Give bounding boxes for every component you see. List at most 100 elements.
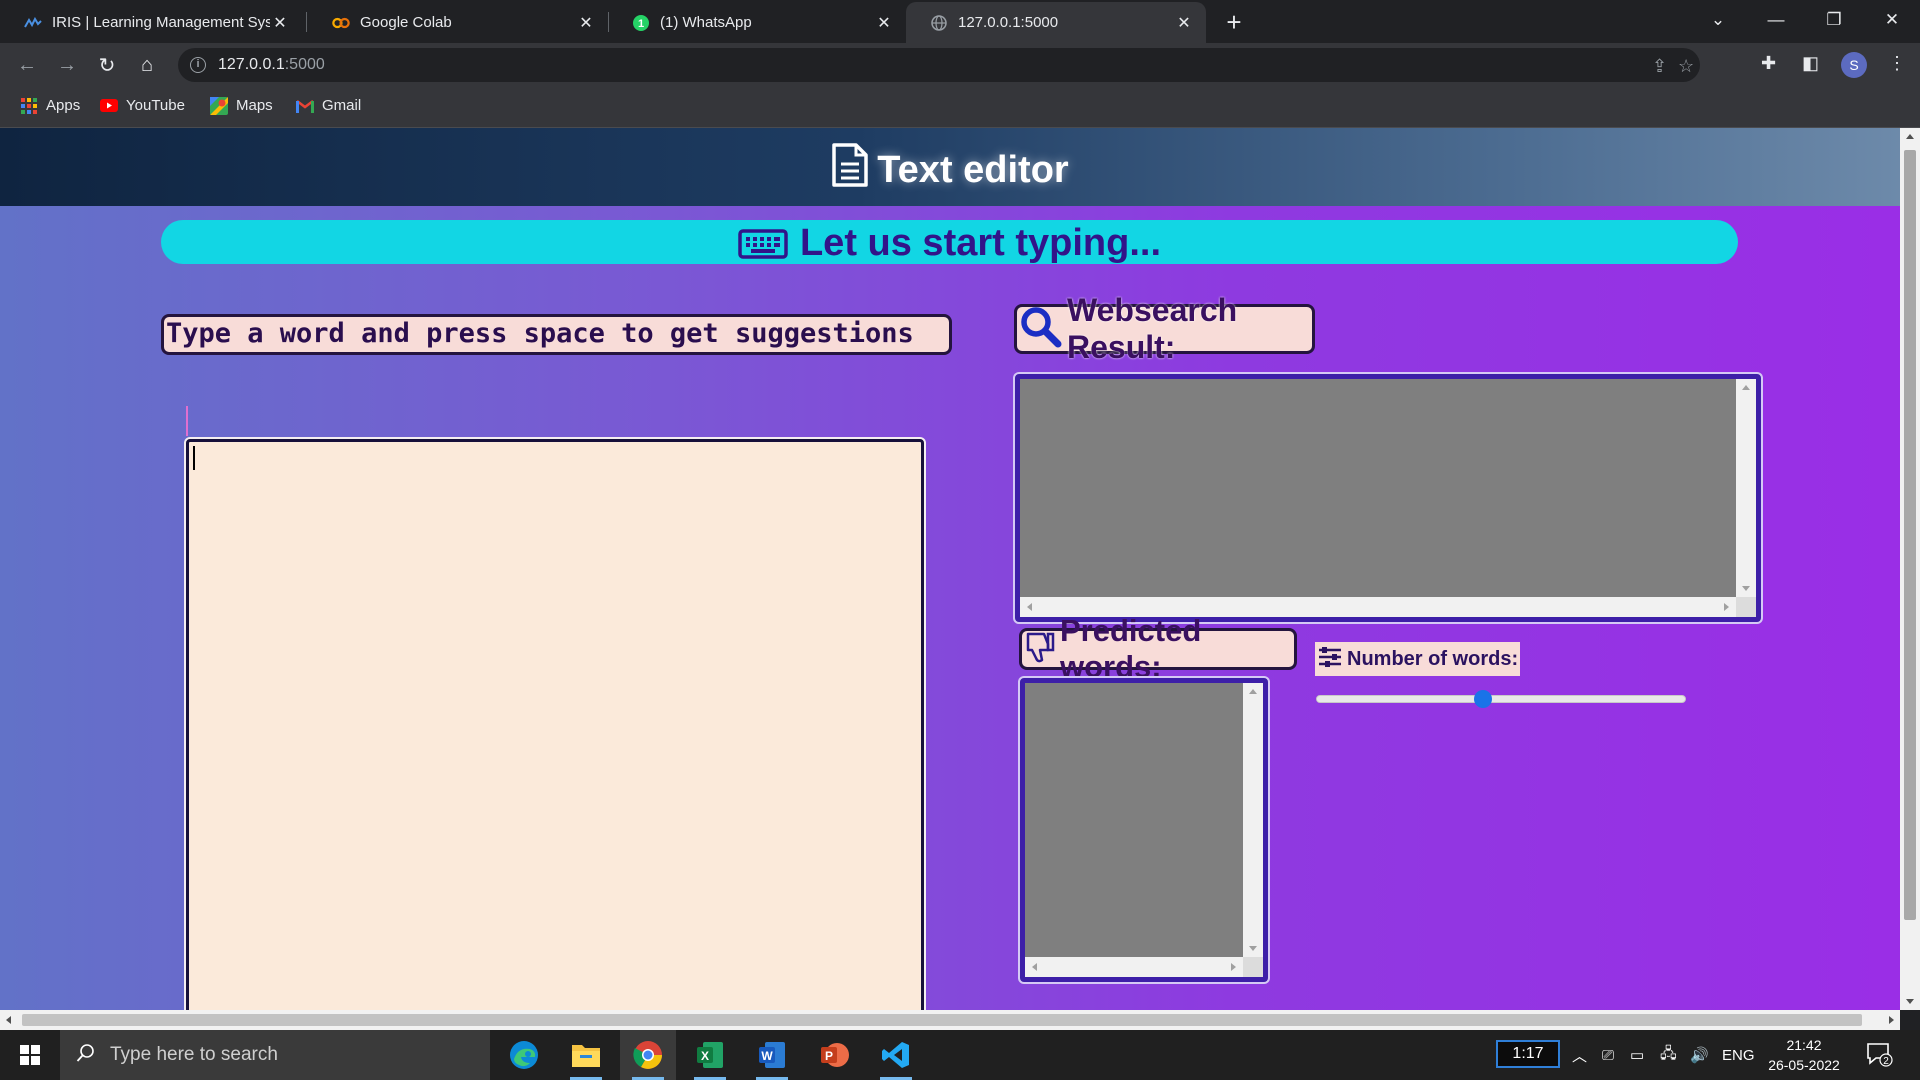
timer-badge[interactable]: 1:17 [1496, 1040, 1560, 1068]
forward-arrow-icon[interactable]: → [52, 50, 82, 80]
vertical-scrollbar[interactable] [1243, 683, 1263, 957]
scrollbar-thumb[interactable] [1904, 150, 1916, 920]
scroll-down-arrow-icon[interactable] [1249, 946, 1257, 951]
vertical-scrollbar[interactable] [1736, 379, 1756, 597]
page-horizontal-scrollbar[interactable] [0, 1010, 1900, 1030]
bookmark-maps[interactable]: Maps [210, 96, 273, 115]
file-explorer-icon[interactable] [558, 1030, 614, 1080]
minimize-button[interactable]: — [1748, 0, 1804, 40]
predicted-words-box[interactable] [1020, 678, 1268, 982]
page-vertical-scrollbar[interactable] [1900, 128, 1920, 1010]
scroll-up-arrow-icon[interactable] [1249, 689, 1257, 694]
side-panel-icon[interactable]: ◧ [1802, 53, 1819, 74]
bookmark-label: Maps [236, 97, 273, 114]
scroll-down-arrow-icon[interactable] [1742, 586, 1750, 591]
edge-icon[interactable] [496, 1030, 552, 1080]
windows-start-icon[interactable] [0, 1030, 60, 1080]
word-icon[interactable]: W [744, 1030, 800, 1080]
vscode-icon[interactable] [868, 1030, 924, 1080]
new-tab-button[interactable]: + [1220, 8, 1248, 36]
svg-text:W: W [761, 1049, 773, 1063]
tab-localhost[interactable]: 127.0.0.1:5000 ✕ [906, 2, 1206, 43]
predicted-label-text: Predicted words: [1060, 613, 1202, 684]
extensions-puzzle-icon[interactable]: ✚ [1761, 53, 1776, 74]
svg-text:P: P [825, 1049, 833, 1063]
clock-date: 26-05-2022 [1768, 1057, 1840, 1073]
system-clock[interactable]: 21:42 26-05-2022 [1760, 1035, 1848, 1075]
notification-center-icon[interactable]: 2 [1866, 1042, 1894, 1073]
page-header: Text editor [0, 128, 1900, 206]
language-indicator[interactable]: ENG [1722, 1030, 1755, 1080]
bookmark-label: Gmail [322, 97, 362, 114]
svg-text:X: X [701, 1049, 709, 1063]
page-title-text: Text editor [877, 149, 1069, 191]
slider-thumb[interactable] [1473, 690, 1492, 708]
meet-now-icon[interactable]: ⎚ [1602, 1030, 1614, 1080]
url-text: 127.0.0.1:5000 [218, 56, 325, 73]
scrollbar-thumb[interactable] [22, 1014, 1862, 1026]
whatsapp-icon: 1 [632, 14, 650, 32]
slider-track-fill [1317, 696, 1483, 702]
share-icon[interactable]: ⇪ [1652, 56, 1667, 77]
page-title: Text editor [0, 142, 1900, 198]
websearch-result-box[interactable] [1015, 374, 1761, 622]
volume-icon[interactable]: 🔊 [1690, 1030, 1709, 1080]
taskbar-search-box[interactable]: Type here to search [60, 1030, 490, 1080]
show-hidden-icons-chevron-icon[interactable]: ︿ [1572, 1030, 1587, 1080]
scroll-down-arrow-icon[interactable] [1906, 999, 1914, 1004]
windows-taskbar: Type here to search X W P 1:17 ︿ ⎚ ▭ 🖧 🔊… [0, 1030, 1920, 1080]
tab-iris[interactable]: IRIS | Learning Management Syst ✕ [0, 2, 302, 43]
reload-icon[interactable]: ↻ [92, 50, 122, 80]
scroll-up-arrow-icon[interactable] [1742, 385, 1750, 390]
websearch-result-label: Websearch Result: [1014, 292, 1315, 365]
start-typing-banner: Let us start typing... [161, 220, 1738, 264]
powerpoint-icon[interactable]: P [806, 1030, 862, 1080]
profile-avatar[interactable]: S [1841, 52, 1867, 78]
number-of-words-slider[interactable] [1316, 690, 1686, 708]
tab-search-chevron-icon[interactable]: ⌄ [1690, 0, 1746, 40]
chrome-icon[interactable] [620, 1030, 676, 1080]
scroll-left-arrow-icon[interactable] [1027, 603, 1032, 611]
network-icon[interactable]: 🖧 [1660, 1030, 1677, 1080]
thumbs-down-icon [1024, 630, 1056, 669]
close-icon[interactable]: ✕ [874, 13, 894, 33]
excel-icon[interactable]: X [682, 1030, 738, 1080]
search-placeholder: Type here to search [110, 1044, 278, 1065]
scroll-up-arrow-icon[interactable] [1906, 134, 1914, 139]
bookmark-star-icon[interactable]: ☆ [1678, 56, 1694, 77]
tab-title: (1) WhatsApp [660, 14, 752, 31]
word-input-field[interactable] [186, 406, 190, 436]
sliders-settings-icon [1317, 645, 1343, 674]
address-bar[interactable]: i 127.0.0.1:5000 ⇪ ☆ [178, 48, 1700, 82]
battery-icon[interactable]: ▭ [1630, 1030, 1644, 1080]
tab-google-colab[interactable]: Google Colab ✕ [308, 2, 608, 43]
site-info-icon[interactable]: i [190, 57, 206, 73]
close-icon[interactable]: ✕ [270, 13, 290, 33]
websearch-label-text: Websearch Result: [1067, 292, 1238, 365]
tab-title: Google Colab [360, 14, 452, 31]
horizontal-scrollbar[interactable] [1025, 957, 1243, 977]
apps-grid-icon [20, 97, 38, 114]
back-arrow-icon[interactable]: ← [12, 50, 42, 80]
page-viewport: Text editor Let us start typing... Type … [0, 128, 1900, 1010]
bookmark-youtube[interactable]: YouTube [100, 97, 185, 114]
search-icon [76, 1043, 96, 1068]
menu-kebab-icon[interactable]: ⋮ [1888, 53, 1906, 74]
scroll-right-arrow-icon[interactable] [1231, 963, 1236, 971]
scroll-left-arrow-icon[interactable] [1032, 963, 1037, 971]
document-icon [831, 142, 869, 198]
close-window-button[interactable]: ✕ [1864, 0, 1920, 40]
home-icon[interactable]: ⌂ [132, 50, 162, 80]
close-icon[interactable]: ✕ [576, 13, 596, 33]
scroll-left-arrow-icon[interactable] [6, 1016, 11, 1024]
tab-whatsapp[interactable]: 1 (1) WhatsApp ✕ [608, 2, 906, 43]
bookmark-apps[interactable]: Apps [20, 97, 80, 114]
bookmark-gmail[interactable]: Gmail [296, 97, 361, 114]
text-editor-textarea[interactable] [186, 439, 924, 1010]
scroll-right-arrow-icon[interactable] [1724, 603, 1729, 611]
close-icon[interactable]: ✕ [1174, 13, 1194, 33]
scroll-right-arrow-icon[interactable] [1889, 1016, 1894, 1024]
restore-button[interactable]: ❐ [1806, 0, 1862, 40]
scrollbar-corner [1243, 957, 1263, 977]
keyboard-icon [738, 229, 788, 264]
